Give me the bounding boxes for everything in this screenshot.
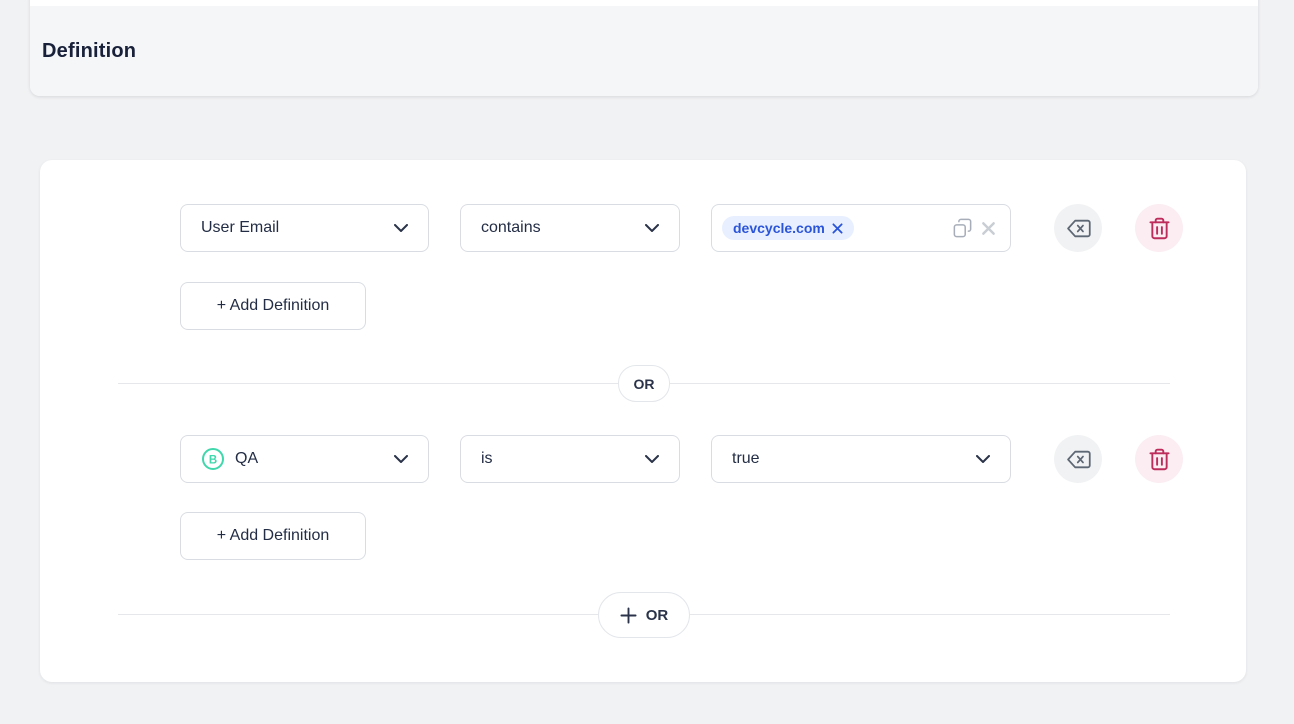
trash-icon bbox=[1149, 448, 1170, 471]
page-title: Definition bbox=[42, 40, 136, 63]
add-or-label: OR bbox=[646, 607, 669, 624]
chevron-down-icon bbox=[645, 455, 659, 464]
definition-header-band: Definition bbox=[30, 6, 1258, 96]
add-definition-button[interactable]: + Add Definition bbox=[180, 512, 366, 560]
comparator-select-contains[interactable]: contains bbox=[460, 204, 680, 252]
clear-values-icon[interactable] bbox=[981, 221, 996, 236]
property-select-qa[interactable]: B QA bbox=[180, 435, 429, 483]
chevron-down-icon bbox=[394, 224, 408, 233]
value-tag-chip: devcycle.com bbox=[722, 216, 854, 240]
delete-definition-button[interactable] bbox=[1135, 204, 1183, 252]
definition-rules-card: User Email contains devcycle.com bbox=[40, 160, 1246, 682]
or-divider-label: OR bbox=[634, 376, 655, 392]
value-tags-input[interactable]: devcycle.com bbox=[711, 204, 1011, 252]
add-or-button[interactable]: OR bbox=[598, 592, 690, 638]
property-select-value: User Email bbox=[201, 219, 279, 237]
value-select-label: true bbox=[732, 450, 760, 468]
backspace-icon bbox=[1066, 449, 1091, 470]
or-divider-pill: OR bbox=[618, 365, 670, 402]
svg-text:B: B bbox=[209, 454, 217, 466]
chevron-down-icon bbox=[645, 224, 659, 233]
delete-definition-button[interactable] bbox=[1135, 435, 1183, 483]
clear-definition-button[interactable] bbox=[1054, 204, 1102, 252]
add-definition-button[interactable]: + Add Definition bbox=[180, 282, 366, 330]
value-tag-label: devcycle.com bbox=[733, 220, 825, 236]
plus-icon bbox=[620, 607, 637, 624]
comparator-select-value: is bbox=[481, 450, 493, 468]
boolean-type-icon: B bbox=[201, 447, 225, 471]
clear-definition-button[interactable] bbox=[1054, 435, 1102, 483]
value-select-true[interactable]: true bbox=[711, 435, 1011, 483]
definition-header-card: Definition bbox=[30, 0, 1258, 96]
remove-tag-icon[interactable] bbox=[832, 223, 843, 234]
comparator-select-value: contains bbox=[481, 219, 541, 237]
copy-icon[interactable] bbox=[953, 218, 972, 238]
trash-icon bbox=[1149, 217, 1170, 240]
property-select-user-email[interactable]: User Email bbox=[180, 204, 429, 252]
property-select-value: QA bbox=[235, 450, 258, 468]
chevron-down-icon bbox=[394, 455, 408, 464]
chevron-down-icon bbox=[976, 455, 990, 464]
backspace-icon bbox=[1066, 218, 1091, 239]
comparator-select-is[interactable]: is bbox=[460, 435, 680, 483]
